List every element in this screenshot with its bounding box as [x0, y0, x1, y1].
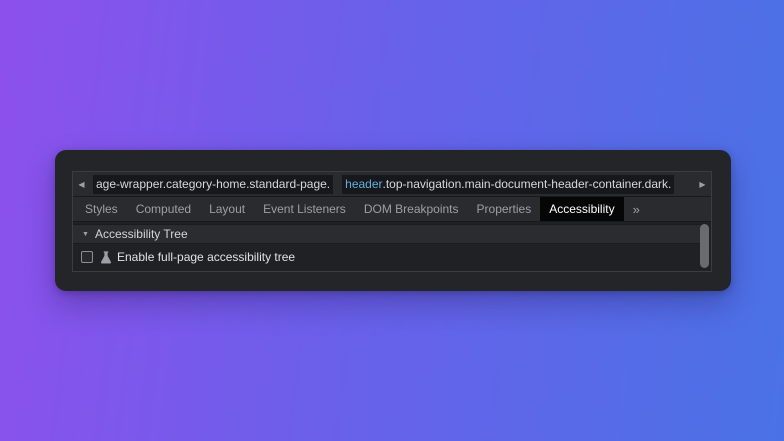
tab-dom-breakpoints[interactable]: DOM Breakpoints	[355, 197, 468, 221]
desktop-background: { "colors": { "background_gradient_start…	[0, 0, 784, 441]
breadcrumb-class-list: .top-navigation.main-document-header-con…	[383, 177, 672, 191]
enable-checkbox-label: Enable full-page accessibility tree	[117, 250, 295, 264]
devtools-elements-sidebar-panel: ◀ age-wrapper.category-home.standard-pag…	[55, 150, 731, 291]
more-tabs-icon[interactable]: »	[624, 197, 649, 221]
tab-accessibility[interactable]: Accessibility	[540, 197, 623, 221]
breadcrumb: ◀ age-wrapper.category-home.standard-pag…	[73, 172, 711, 197]
section-accessibility-tree[interactable]: ▼ Accessibility Tree	[73, 224, 700, 244]
breadcrumb-scroll-left-icon[interactable]: ◀	[73, 172, 90, 197]
triangle-expanded-icon[interactable]: ▼	[82, 231, 89, 238]
tab-layout[interactable]: Layout	[200, 197, 254, 221]
tab-computed[interactable]: Computed	[127, 197, 200, 221]
sidebar-tab-bar: Styles Computed Layout Event Listeners D…	[73, 197, 711, 222]
breadcrumb-item-header[interactable]: header.top-navigation.main-document-head…	[342, 175, 674, 194]
tab-event-listeners[interactable]: Event Listeners	[254, 197, 355, 221]
enable-full-page-accessibility-tree-checkbox[interactable]	[81, 251, 93, 263]
breadcrumb-scroll-right-icon[interactable]: ▶	[694, 172, 711, 197]
experiment-flask-icon	[100, 251, 112, 264]
devtools-panel-content: ◀ age-wrapper.category-home.standard-pag…	[72, 171, 712, 272]
breadcrumb-tag-name: header	[345, 177, 382, 191]
tab-styles[interactable]: Styles	[76, 197, 127, 221]
breadcrumb-item-page-wrapper[interactable]: age-wrapper.category-home.standard-page.	[93, 175, 333, 194]
section-title: Accessibility Tree	[95, 227, 188, 241]
enable-accessibility-tree-row: Enable full-page accessibility tree	[73, 246, 693, 268]
vertical-scrollbar-thumb[interactable]	[700, 224, 709, 268]
tab-properties[interactable]: Properties	[468, 197, 541, 221]
